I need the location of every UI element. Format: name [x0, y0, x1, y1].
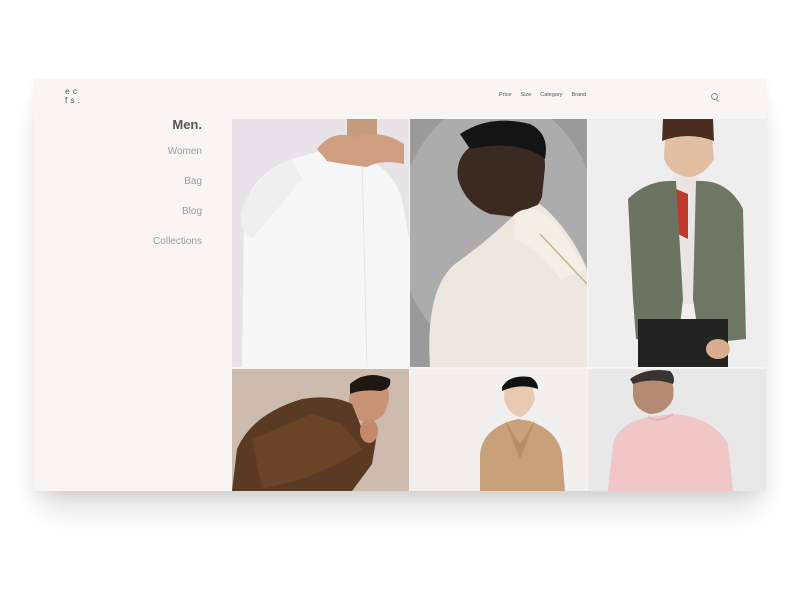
product-image-camel-trench[interactable] — [410, 369, 587, 491]
filter-nav: Price Size Category Brand — [499, 92, 586, 98]
filter-price[interactable]: Price — [499, 92, 512, 98]
search-icon[interactable] — [711, 93, 718, 100]
app-window: ec fs. Price Size Category Brand Men. Wo… — [34, 79, 766, 491]
sidebar-item-men[interactable]: Men. — [172, 117, 202, 132]
product-grid — [232, 119, 766, 491]
sidebar-item-women[interactable]: Women — [168, 146, 202, 157]
product-image-pink-sweatshirt[interactable] — [588, 369, 766, 491]
sidebar-item-bag[interactable]: Bag — [184, 176, 202, 187]
product-image-white-shirt[interactable] — [232, 119, 409, 367]
product-image-green-blazer[interactable] — [588, 119, 766, 367]
product-image-knit-sweater[interactable] — [410, 119, 587, 367]
sidebar-item-collections[interactable]: Collections — [153, 236, 202, 247]
product-image-brown-coat[interactable] — [232, 369, 409, 491]
sidebar-item-blog[interactable]: Blog — [182, 206, 202, 217]
filter-size[interactable]: Size — [521, 92, 532, 98]
sidebar: Men. Women Bag Blog Collections — [34, 79, 202, 491]
filter-brand[interactable]: Brand — [572, 92, 587, 98]
filter-category[interactable]: Category — [540, 92, 562, 98]
